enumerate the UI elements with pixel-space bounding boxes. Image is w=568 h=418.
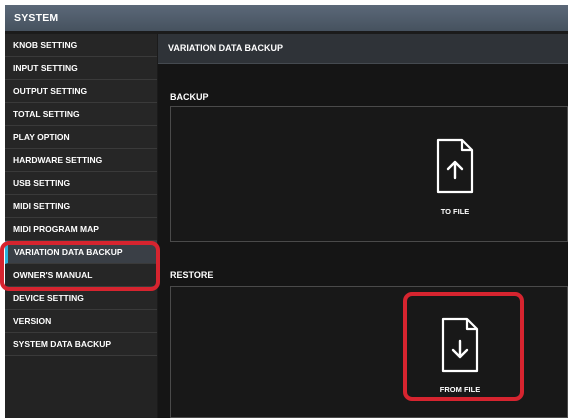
sidebar-item-input-setting[interactable]: INPUT SETTING xyxy=(5,57,157,80)
sidebar-item-knob-setting[interactable]: KNOB SETTING xyxy=(5,34,157,57)
sidebar-item-total-setting[interactable]: TOTAL SETTING xyxy=(5,103,157,126)
sidebar-item-usb-setting[interactable]: USB SETTING xyxy=(5,172,157,195)
sidebar-item-midi-program-map[interactable]: MIDI PROGRAM MAP xyxy=(5,218,157,241)
app-window: SYSTEM KNOB SETTING INPUT SETTING OUTPUT S… xyxy=(5,5,568,418)
from-file-label: FROM FILE xyxy=(439,385,481,394)
restore-panel: FROM FILE xyxy=(170,286,568,418)
sidebar-item-variation-data-backup[interactable]: VARIATION DATA BACKUP xyxy=(5,241,157,264)
sidebar-item-label: KNOB SETTING xyxy=(13,40,78,50)
sidebar-item-version[interactable]: VERSION xyxy=(5,310,157,333)
sidebar-item-label: HARDWARE SETTING xyxy=(13,155,103,165)
window-title: SYSTEM xyxy=(14,12,59,24)
to-file-button[interactable]: TO FILE xyxy=(406,129,504,223)
main-panel: VARIATION DATA BACKUP BACKUP TO FILE RES… xyxy=(158,34,568,418)
page-title: VARIATION DATA BACKUP xyxy=(168,43,283,53)
sidebar-item-output-setting[interactable]: OUTPUT SETTING xyxy=(5,80,157,103)
file-upload-icon xyxy=(436,138,474,194)
sidebar-item-label: MIDI SETTING xyxy=(13,201,71,211)
sidebar: KNOB SETTING INPUT SETTING OUTPUT SETTING T… xyxy=(5,34,157,418)
sidebar-item-label: PLAY OPTION xyxy=(13,132,70,142)
sidebar-item-label: SYSTEM DATA BACKUP xyxy=(13,339,112,349)
sidebar-item-label: INPUT SETTING xyxy=(13,63,78,73)
sidebar-item-play-option[interactable]: PLAY OPTION xyxy=(5,126,157,149)
sidebar-item-system-data-backup[interactable]: SYSTEM DATA BACKUP xyxy=(5,333,157,356)
sidebar-item-owners-manual[interactable]: OWNER'S MANUAL xyxy=(5,264,157,287)
backup-section-label: BACKUP xyxy=(170,92,209,102)
sidebar-item-label: TOTAL SETTING xyxy=(13,109,80,119)
sidebar-item-label: USB SETTING xyxy=(13,178,71,188)
sidebar-item-label: DEVICE SETTING xyxy=(13,293,84,303)
sidebar-item-label: VERSION xyxy=(13,316,52,326)
sidebar-item-label: VARIATION DATA BACKUP xyxy=(14,247,123,257)
backup-panel: TO FILE xyxy=(170,106,568,242)
from-file-button[interactable]: FROM FILE xyxy=(411,305,509,399)
sidebar-item-device-setting[interactable]: DEVICE SETTING xyxy=(5,287,157,310)
sidebar-item-label: OWNER'S MANUAL xyxy=(13,270,93,280)
sidebar-item-hardware-setting[interactable]: HARDWARE SETTING xyxy=(5,149,157,172)
restore-section-label: RESTORE xyxy=(170,270,214,280)
title-bar: SYSTEM xyxy=(5,5,568,31)
to-file-label: TO FILE xyxy=(440,207,470,216)
sidebar-item-label: OUTPUT SETTING xyxy=(13,86,88,96)
sidebar-item-label: MIDI PROGRAM MAP xyxy=(13,224,99,234)
sidebar-item-midi-setting[interactable]: MIDI SETTING xyxy=(5,195,157,218)
file-download-icon xyxy=(441,317,479,373)
page-header: VARIATION DATA BACKUP xyxy=(158,34,568,64)
